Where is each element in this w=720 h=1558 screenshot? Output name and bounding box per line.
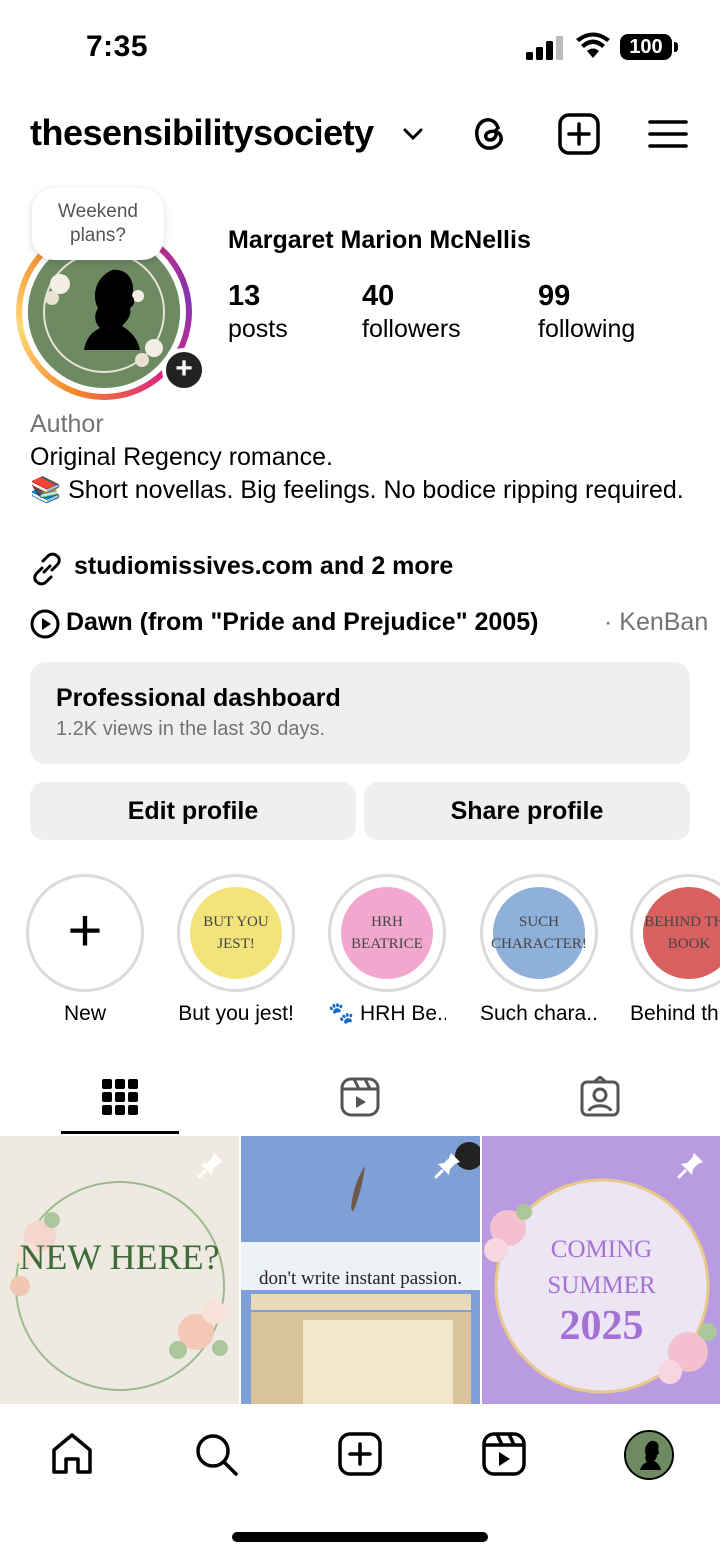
battery-indicator: 100 bbox=[620, 34, 672, 60]
tab-tagged[interactable] bbox=[480, 1070, 720, 1134]
bottom-navigation bbox=[0, 1404, 720, 1558]
dashboard-subtitle: 1.2K views in the last 30 days. bbox=[56, 718, 326, 740]
highlight-circle: HRH BEATRICE bbox=[328, 874, 446, 992]
music-title: Dawn (from "Pride and Prejudice" 2005) bbox=[66, 608, 539, 636]
post-tile[interactable]: COMING SUMMER 2025 bbox=[482, 1136, 720, 1404]
music-artist: · KenBan bbox=[604, 608, 709, 636]
post-caption-text: don't write instant passion. bbox=[259, 1268, 462, 1289]
pin-icon bbox=[197, 1153, 223, 1179]
tab-reels[interactable] bbox=[240, 1070, 480, 1134]
bio-section: Author Original Regency romance. 📚 Short… bbox=[30, 408, 690, 507]
link-text[interactable]: studiomissives.com and 2 more bbox=[74, 552, 453, 581]
grid-icon bbox=[102, 1079, 138, 1115]
following-label: following bbox=[538, 315, 636, 343]
username-switcher[interactable]: thesensibilitysociety bbox=[30, 112, 374, 154]
threads-icon[interactable] bbox=[468, 112, 512, 156]
dashboard-title: Professional dashboard bbox=[56, 684, 341, 712]
posts-count: 13 bbox=[228, 280, 261, 312]
followers-stat[interactable]: 40 followers bbox=[362, 280, 461, 344]
reels-icon bbox=[340, 1077, 380, 1117]
tagged-icon bbox=[580, 1076, 620, 1117]
home-indicator bbox=[232, 1532, 488, 1542]
post-caption-line: SUMMER bbox=[547, 1272, 656, 1299]
bio-line: 📚 Short novellas. Big feelings. No bodic… bbox=[30, 476, 684, 504]
highlight-label: Behind th bbox=[630, 1002, 719, 1025]
highlight-label: 🐾 HRH Be... bbox=[328, 1002, 446, 1025]
battery-cap bbox=[674, 42, 678, 52]
highlight-item[interactable]: SUCH CHARACTER! Such chara... bbox=[480, 874, 598, 1026]
menu-icon[interactable] bbox=[646, 112, 690, 156]
share-profile-button[interactable]: Share profile bbox=[364, 782, 690, 840]
note-bubble[interactable]: Weekend plans? bbox=[32, 188, 164, 260]
highlight-cover: SUCH CHARACTER! bbox=[491, 887, 587, 979]
post-caption-line: 2025 bbox=[559, 1303, 644, 1349]
cellular-signal-icon bbox=[526, 36, 563, 60]
edit-profile-button[interactable]: Edit profile bbox=[30, 782, 356, 840]
search-icon[interactable] bbox=[192, 1430, 240, 1478]
profile-header: thesensibilitysociety bbox=[0, 108, 720, 162]
create-icon[interactable] bbox=[336, 1430, 384, 1478]
status-time: 7:35 bbox=[86, 30, 149, 63]
highlight-cover: BUT YOU JEST! bbox=[190, 887, 282, 979]
highlight-circle: BEHIND THE BOOK bbox=[630, 874, 720, 992]
highlight-circle: + bbox=[26, 874, 144, 992]
bio-line: Original Regency romance. bbox=[30, 443, 333, 471]
highlight-label: Such chara... bbox=[480, 1002, 598, 1025]
following-stat[interactable]: 99 following bbox=[538, 280, 635, 344]
add-story-button[interactable]: + bbox=[162, 348, 206, 392]
highlight-item[interactable]: HRH BEATRICE 🐾 HRH Be... bbox=[328, 874, 446, 1026]
highlight-label: New bbox=[63, 1002, 106, 1025]
play-icon bbox=[30, 609, 60, 639]
plus-icon: + bbox=[67, 897, 103, 964]
followers-label: followers bbox=[362, 315, 461, 343]
tab-posts-grid[interactable] bbox=[0, 1070, 240, 1134]
professional-dashboard[interactable]: Professional dashboard 1.2K views in the… bbox=[30, 662, 690, 764]
highlight-label: But you jest! bbox=[178, 1002, 294, 1025]
link-icon bbox=[33, 552, 61, 586]
status-bar: 7:35 100 bbox=[0, 0, 720, 96]
following-count: 99 bbox=[538, 280, 571, 312]
highlight-cover: HRH BEATRICE bbox=[341, 887, 433, 979]
display-name: Margaret Marion McNellis bbox=[228, 226, 531, 254]
create-post-icon[interactable] bbox=[557, 112, 601, 156]
pin-icon bbox=[434, 1153, 460, 1179]
highlight-item[interactable]: BEHIND THE BOOK Behind th bbox=[630, 874, 720, 1026]
profile-tab-avatar[interactable] bbox=[624, 1430, 674, 1480]
wifi-icon bbox=[576, 32, 610, 58]
followers-count: 40 bbox=[362, 280, 395, 312]
highlight-new[interactable]: + New bbox=[26, 874, 144, 1026]
post-tile[interactable]: don't write instant passion. bbox=[241, 1136, 480, 1404]
post-caption-line: COMING bbox=[550, 1236, 653, 1263]
post-tile[interactable]: NEW HERE? bbox=[0, 1136, 239, 1404]
pin-icon bbox=[677, 1153, 703, 1179]
chevron-down-icon[interactable] bbox=[402, 126, 424, 142]
posts-label: posts bbox=[228, 315, 288, 343]
bio-category: Author bbox=[30, 410, 104, 438]
highlight-circle: SUCH CHARACTER! bbox=[480, 874, 598, 992]
posts-stat[interactable]: 13 posts bbox=[228, 280, 288, 344]
highlight-cover: BEHIND THE BOOK bbox=[643, 887, 720, 979]
highlight-circle: BUT YOU JEST! bbox=[177, 874, 295, 992]
home-icon[interactable] bbox=[48, 1430, 96, 1478]
post-caption-text: NEW HERE? bbox=[19, 1237, 220, 1277]
active-tab-indicator bbox=[61, 1131, 179, 1134]
reels-icon[interactable] bbox=[480, 1430, 528, 1478]
highlight-item[interactable]: BUT YOU JEST! But you jest! bbox=[177, 874, 295, 1026]
